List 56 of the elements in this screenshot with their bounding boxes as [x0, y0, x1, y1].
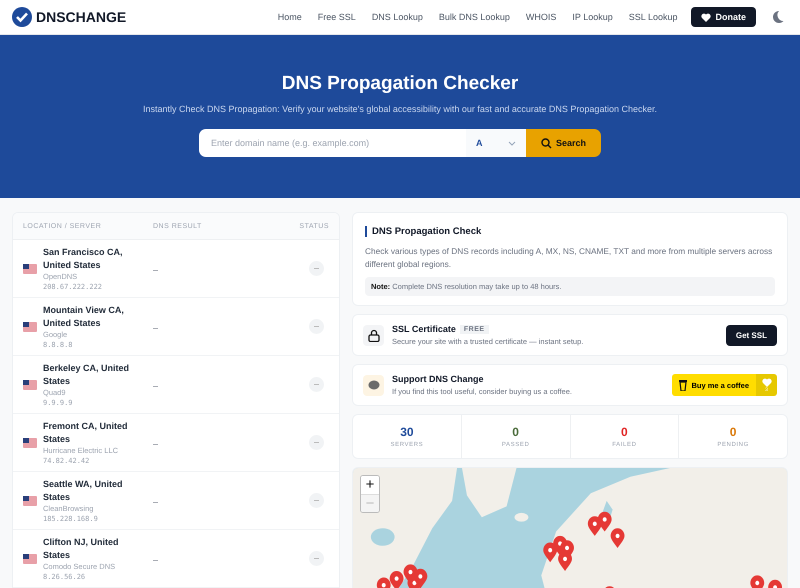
dns-result: – — [153, 438, 158, 448]
ssl-title: SSL Certificate — [392, 324, 456, 334]
logo-text: DNSCHANGE — [36, 9, 126, 25]
stat-value: 0 — [621, 425, 628, 439]
search-icon — [540, 138, 552, 148]
stat-value: 30 — [400, 425, 414, 439]
support-title: Support DNS Change — [392, 374, 484, 384]
domain-input[interactable]: Enter domain name (e.g. example.com) — [199, 129, 466, 157]
status-indicator — [309, 377, 324, 392]
chevron-down-icon — [508, 140, 516, 146]
flag-icon — [23, 554, 37, 564]
dns-result: – — [153, 322, 158, 332]
stat-value: 0 — [730, 425, 736, 439]
location-name: Fremont CA, United States — [43, 420, 128, 445]
status-indicator — [309, 319, 324, 334]
status-indicator — [309, 551, 324, 566]
dns-result: – — [153, 380, 158, 390]
dns-result: – — [153, 264, 158, 274]
lock-icon — [363, 324, 384, 346]
flag-icon — [23, 264, 37, 274]
heart-icon — [762, 378, 772, 386]
record-type-select[interactable]: A — [466, 129, 526, 157]
status-indicator — [309, 435, 324, 450]
page-title: DNS Propagation Checker — [282, 73, 518, 95]
nav-link[interactable]: SSL Lookup — [628, 12, 678, 22]
page-subtitle: Instantly Check DNS Propagation: Verify your website's global accessibility with our fast and accurate DNS Propagation Checker. — [143, 104, 657, 114]
info-text: Check various types of DNS records including A, MX, NS, CNAME, TXT and more from multiple servers across different global regions. — [365, 245, 774, 271]
nav-link[interactable]: IP Lookup — [572, 12, 613, 22]
nav-link[interactable]: Bulk DNS Lookup — [438, 12, 510, 22]
flag-icon — [23, 438, 37, 448]
checkmark-logo-icon — [12, 7, 32, 27]
stat-value: 0 — [512, 425, 519, 439]
status-indicator — [309, 261, 324, 276]
location-name: Mountain View CA, United States — [43, 304, 125, 329]
status-indicator — [309, 493, 324, 508]
location-name: Seattle WA, United States — [43, 478, 124, 503]
heart-icon — [701, 12, 712, 22]
dns-result: – — [153, 496, 158, 506]
location-name: Berkeley CA, United States — [43, 362, 130, 387]
location-name: San Francisco CA, United States — [43, 246, 124, 271]
get-ssl-button[interactable]: Get SSL — [726, 324, 777, 346]
donate-button[interactable]: Donate — [691, 7, 756, 27]
nav-link[interactable]: DNS Lookup — [372, 12, 423, 22]
flag-icon — [23, 496, 37, 506]
nav-link[interactable]: Free SSL — [318, 12, 356, 22]
zoom-in-button[interactable]: + — [361, 476, 379, 494]
search-button[interactable]: Search — [526, 129, 601, 157]
info-title: DNS Propagation Check — [365, 226, 775, 237]
flag-icon — [23, 322, 37, 332]
nav-link[interactable]: WHOIS — [526, 12, 556, 22]
flag-icon — [23, 380, 37, 390]
dns-result: – — [153, 554, 158, 564]
cup-icon — [679, 380, 688, 390]
location-name: Clifton NJ, United States — [43, 536, 120, 561]
moon-icon[interactable] — [772, 11, 784, 23]
nav-link[interactable]: Home — [278, 12, 302, 22]
